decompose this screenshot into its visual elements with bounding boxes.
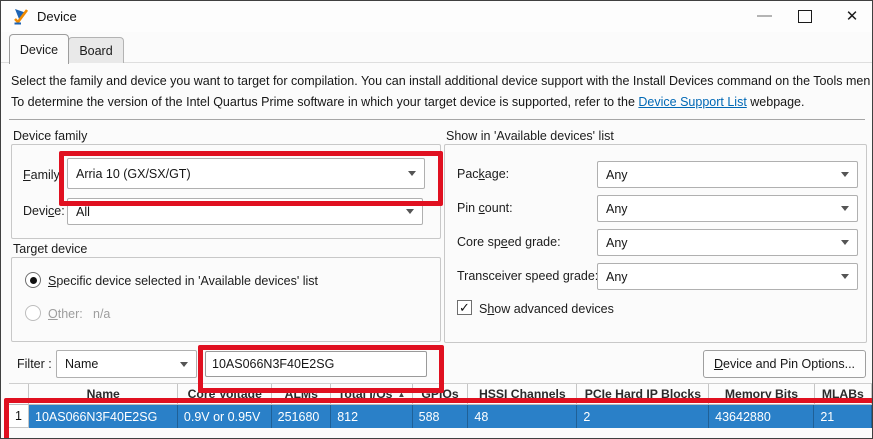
column-header-total-ios[interactable]: Total I/Os ▲ xyxy=(331,384,412,405)
dropdown-arrow-icon xyxy=(180,362,188,367)
cell-name[interactable]: 10AS066N3F40E2SG xyxy=(29,405,178,428)
column-header-core-voltage[interactable]: Core Voltage xyxy=(178,384,272,405)
cell-total-ios[interactable]: 812 xyxy=(331,405,412,428)
maximize-button[interactable] xyxy=(783,1,827,31)
column-header-label: MLABs xyxy=(822,387,864,401)
core-speed-grade-dropdown-value: Any xyxy=(606,236,835,250)
column-header-label: GPIOs xyxy=(421,387,458,401)
dropdown-arrow-icon xyxy=(406,209,414,214)
transceiver-speed-grade-dropdown-value: Any xyxy=(606,270,835,284)
device-label: Device: xyxy=(23,204,65,218)
column-header-alms[interactable]: ALMs xyxy=(272,384,331,405)
core-speed-grade-label: Core speed grade: xyxy=(457,235,561,249)
tab-device[interactable]: Device xyxy=(9,34,69,64)
dropdown-arrow-icon xyxy=(841,172,849,177)
minimize-button[interactable] xyxy=(742,1,786,31)
quartus-app-icon xyxy=(11,7,30,26)
tab-board-label: Board xyxy=(79,44,112,58)
close-icon: ✕ xyxy=(846,9,859,24)
device-and-pin-options-button-label: Device and Pin Options... xyxy=(714,357,855,371)
device-dropdown[interactable]: All xyxy=(67,198,423,225)
specific-device-radio-label: Specific device selected in 'Available d… xyxy=(48,274,318,288)
minimize-icon xyxy=(757,15,772,17)
checkmark-icon: ✓ xyxy=(459,301,470,314)
show-advanced-devices-label: Show advanced devices xyxy=(479,302,614,316)
show-list-group-label: Show in 'Available devices' list xyxy=(446,129,614,143)
family-dropdown[interactable]: Arria 10 (GX/SX/GT) xyxy=(67,158,425,189)
dropdown-arrow-icon xyxy=(841,274,849,279)
family-label: Family: xyxy=(23,168,63,182)
section-divider xyxy=(9,119,865,120)
family-dropdown-value: Arria 10 (GX/SX/GT) xyxy=(76,167,402,181)
column-header-mlabs[interactable]: MLABs xyxy=(815,384,872,405)
row-number-header[interactable] xyxy=(9,384,29,405)
specific-device-radio[interactable] xyxy=(25,272,41,288)
transceiver-speed-grade-dropdown[interactable]: Any xyxy=(597,263,858,290)
filter-label: Filter : xyxy=(17,357,52,371)
tab-bar-divider xyxy=(1,62,872,63)
column-header-label: Total I/Os xyxy=(338,387,393,401)
target-device-group-label: Target device xyxy=(13,242,87,256)
maximize-icon xyxy=(798,10,812,23)
dropdown-arrow-icon xyxy=(408,171,416,176)
column-header-hssi-channels[interactable]: HSSI Channels xyxy=(468,384,577,405)
column-header-label: PCIe Hard IP Blocks xyxy=(585,387,701,401)
device-dropdown-value: All xyxy=(76,205,400,219)
device-family-group-label: Device family xyxy=(13,129,87,143)
description-line1: Select the family and device you want to… xyxy=(11,71,871,92)
other-device-value: n/a xyxy=(93,307,110,321)
description-line2: To determine the version of the Intel Qu… xyxy=(11,92,871,113)
table-header-row: Name Core Voltage ALMs Total I/Os ▲ GPIOs… xyxy=(9,383,872,405)
core-speed-grade-dropdown[interactable]: Any xyxy=(597,229,858,256)
other-device-radio[interactable] xyxy=(25,305,41,321)
filter-field-dropdown-value: Name xyxy=(65,357,174,371)
column-header-label: Core Voltage xyxy=(188,387,262,401)
tab-device-label: Device xyxy=(20,43,58,57)
package-label: Package: xyxy=(457,167,509,181)
table-row-selected[interactable]: 1 10AS066N3F40E2SG 0.9V or 0.95V 251680 … xyxy=(9,405,872,428)
column-header-pcie-hard-ip-blocks[interactable]: PCIe Hard IP Blocks xyxy=(577,384,709,405)
description-line2-suffix: webpage. xyxy=(747,95,805,109)
column-header-gpios[interactable]: GPIOs xyxy=(413,384,469,405)
tab-board[interactable]: Board xyxy=(68,37,124,63)
transceiver-speed-grade-label: Transceiver speed grade: xyxy=(457,269,598,283)
package-dropdown[interactable]: Any xyxy=(597,161,858,188)
window-title: Device xyxy=(37,9,77,24)
column-header-label: ALMs xyxy=(285,387,318,401)
cell-mlabs[interactable]: 21 xyxy=(814,405,872,428)
device-and-pin-options-button[interactable]: Device and Pin Options... xyxy=(703,350,866,378)
column-header-memory-bits[interactable]: Memory Bits xyxy=(709,384,814,405)
filter-text-input[interactable] xyxy=(205,351,427,377)
column-header-name[interactable]: Name xyxy=(29,384,178,405)
filter-field-dropdown[interactable]: Name xyxy=(56,350,197,378)
show-advanced-devices-checkbox[interactable]: ✓ xyxy=(457,300,472,315)
dropdown-arrow-icon xyxy=(841,240,849,245)
available-devices-table: Name Core Voltage ALMs Total I/Os ▲ GPIOs… xyxy=(9,383,872,429)
cell-memory-bits[interactable]: 43642880 xyxy=(709,405,814,428)
device-dialog: Device ✕ Device Board Select the family … xyxy=(0,0,873,439)
cell-pcie-hard-ip-blocks[interactable]: 2 xyxy=(577,405,709,428)
column-header-label: Name xyxy=(87,387,120,401)
target-device-groupbox xyxy=(11,257,441,342)
other-device-radio-label: Other: xyxy=(48,307,83,321)
package-dropdown-value: Any xyxy=(606,168,835,182)
column-header-label: Memory Bits xyxy=(725,387,798,401)
title-bar: Device ✕ xyxy=(1,1,872,32)
pin-count-label: Pin count: xyxy=(457,201,513,215)
cell-core-voltage[interactable]: 0.9V or 0.95V xyxy=(178,405,272,428)
cell-gpios[interactable]: 588 xyxy=(413,405,469,428)
description-line2-prefix: To determine the version of the Intel Qu… xyxy=(11,95,638,109)
device-support-list-link[interactable]: Device Support List xyxy=(638,95,746,109)
dropdown-arrow-icon xyxy=(841,206,849,211)
row-number-cell: 1 xyxy=(9,405,29,428)
pin-count-dropdown-value: Any xyxy=(606,202,835,216)
close-button[interactable]: ✕ xyxy=(830,1,873,31)
cell-hssi-channels[interactable]: 48 xyxy=(468,405,577,428)
sort-ascending-icon: ▲ xyxy=(397,390,405,399)
pin-count-dropdown[interactable]: Any xyxy=(597,195,858,222)
description-text: Select the family and device you want to… xyxy=(11,71,871,113)
column-header-label: HSSI Channels xyxy=(479,387,566,401)
cell-alms[interactable]: 251680 xyxy=(272,405,332,428)
